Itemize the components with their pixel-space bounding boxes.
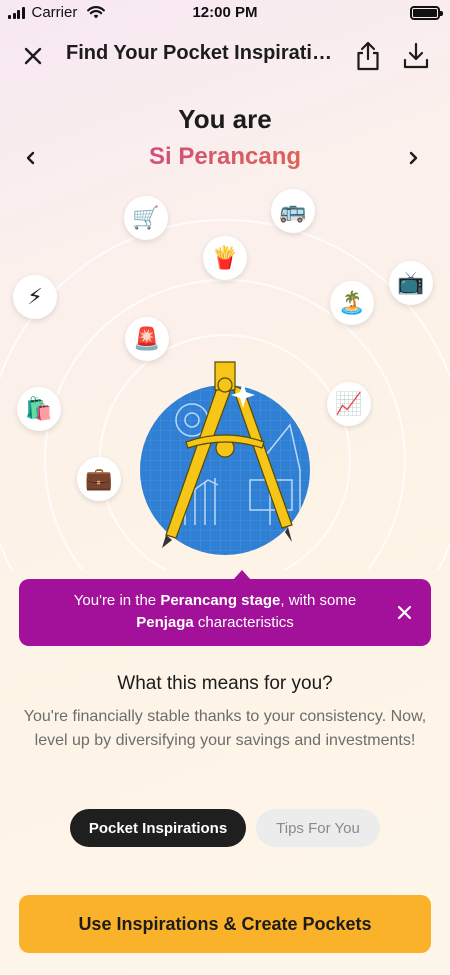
banner-trait: Penjaga xyxy=(136,614,194,631)
next-persona-button[interactable] xyxy=(400,145,426,171)
banner-text-middle: , with some xyxy=(280,592,357,609)
tab-pocket-inspirations[interactable]: Pocket Inspirations xyxy=(70,809,246,847)
tv-icon: 📺 xyxy=(389,261,433,305)
shopping-bags-icon: 🛍️ xyxy=(17,387,61,431)
close-icon xyxy=(24,47,42,65)
banner-stage: Perancang stage xyxy=(160,592,281,609)
page-title: Find Your Pocket Inspiration xyxy=(66,42,334,64)
lightning-icon: ⚡ xyxy=(13,275,57,319)
briefcase-icon: 💼 xyxy=(77,457,121,501)
chart-up-icon: 📈 xyxy=(327,382,371,426)
create-pockets-button[interactable]: Use Inspirations & Create Pockets xyxy=(19,895,431,953)
download-icon xyxy=(403,42,429,69)
status-bar: Carrier 12:00 PM xyxy=(0,0,450,28)
download-button[interactable] xyxy=(398,38,434,74)
app-header: Find Your Pocket Inspiration xyxy=(0,30,450,80)
banner-text-suffix: characteristics xyxy=(193,614,294,631)
content-tabs: Pocket Inspirations Tips For You xyxy=(0,809,450,847)
share-button[interactable] xyxy=(350,38,386,74)
you-are-heading: You are xyxy=(178,104,272,134)
fries-icon: 🍟 xyxy=(203,236,247,280)
clock: 12:00 PM xyxy=(192,4,258,21)
share-icon xyxy=(357,41,379,71)
meaning-heading: What this means for you? xyxy=(117,673,333,694)
shopping-cart-icon: 🛒 xyxy=(124,196,168,240)
island-icon: 🏝️ xyxy=(330,281,374,325)
chevron-right-icon xyxy=(409,151,418,165)
close-icon xyxy=(397,605,411,619)
persona-illustration: 🛒 🚌 🍟 📺 ⚡ 🏝️ 🚨 🛍️ 📈 💼 xyxy=(0,180,450,570)
stage-info-banner: You're in the Perancang stage, with some… xyxy=(19,570,431,646)
bus-icon: 🚌 xyxy=(271,189,315,233)
close-button[interactable] xyxy=(15,38,51,74)
meaning-description: You're financially stable thanks to your… xyxy=(23,708,427,749)
persona-name: Si Perancang xyxy=(0,143,450,171)
battery-icon xyxy=(410,6,443,20)
banner-close-button[interactable] xyxy=(391,599,417,625)
banner-text-prefix: You're in the xyxy=(73,592,161,609)
siren-icon: 🚨 xyxy=(125,317,169,361)
tab-tips-for-you[interactable]: Tips For You xyxy=(256,809,380,847)
